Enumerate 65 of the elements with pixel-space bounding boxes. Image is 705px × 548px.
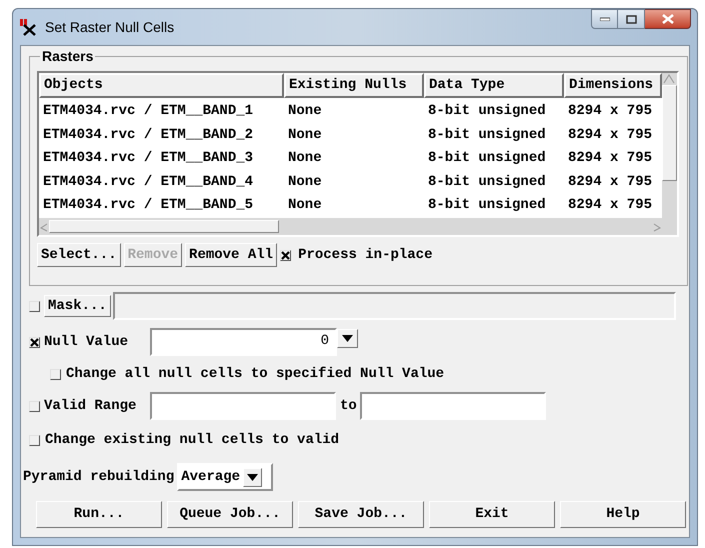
minimize-button[interactable]	[591, 9, 618, 29]
table-cell-text: ETM4034.rvc / ETM__BAND_5	[42, 196, 254, 216]
dropdown-arrow-icon	[247, 474, 258, 480]
table-cell-text: 8-bit unsigned	[427, 126, 547, 145]
dropdown-button[interactable]	[337, 329, 358, 348]
close-icon	[662, 14, 674, 24]
scroll-up-icon	[662, 73, 676, 85]
mask-field[interactable]	[112, 292, 676, 320]
table-cell-text: 8-bit unsigned	[427, 149, 547, 168]
table-cell-text: None	[287, 172, 323, 192]
close-button[interactable]	[645, 9, 691, 29]
table-cell-text: ETM4034.rvc / ETM__BAND_3	[42, 149, 254, 168]
scroll-thumb[interactable]	[662, 85, 677, 181]
dialog-button[interactable]: Run...	[36, 501, 162, 528]
scroll-right-icon	[652, 222, 662, 232]
table-cell-text: None	[287, 126, 323, 145]
table-cell-text: 8-bit unsigned	[427, 172, 547, 192]
maximize-icon	[626, 14, 636, 24]
pyramid-dropdown[interactable]: Average	[177, 463, 274, 491]
column-header[interactable]: Dimensions	[564, 73, 662, 98]
horizontal-scrollbar[interactable]	[39, 218, 662, 235]
to-label: to	[340, 396, 358, 416]
null-value: 0	[320, 332, 329, 351]
checkbox-label: Change existing null cells to valid	[45, 430, 340, 450]
app-icon	[19, 18, 37, 36]
table-cell-text: 8294 x 795	[567, 172, 654, 192]
dialog-button[interactable]: Save Job...	[298, 501, 424, 528]
table-cell-text: None	[287, 196, 323, 216]
range-max-field[interactable]	[360, 392, 546, 420]
null-value-label: Null Value	[44, 332, 130, 352]
valid-range-label: Valid Range	[44, 396, 138, 416]
dialog-button[interactable]: Queue Job...	[167, 501, 293, 528]
list-button[interactable]: Select...	[37, 243, 121, 267]
table-cell-text: ETM4034.rvc / ETM__BAND_2	[42, 126, 254, 145]
maximize-button[interactable]	[618, 9, 645, 29]
null-value-field[interactable]: 0	[150, 328, 337, 356]
table-cell-text: ETM4034.rvc / ETM__BAND_4	[42, 172, 254, 192]
dialog-button[interactable]: Help	[560, 501, 686, 528]
vertical-scrollbar[interactable]	[662, 73, 677, 235]
table-cell-text: 8294 x 795	[567, 126, 654, 145]
pyramid-label: Pyramid rebuilding	[23, 468, 174, 486]
table-cell-text: 8294 x 795	[567, 102, 654, 122]
table-cell-text: ETM4034.rvc / ETM__BAND_1	[42, 102, 254, 122]
table-cell-text: None	[287, 102, 323, 122]
checkbox-label: Process in-place	[298, 246, 432, 264]
table-cell-text: None	[287, 149, 323, 168]
window-title: Set Raster Null Cells	[45, 18, 174, 36]
table-cell-text: 8294 x 795	[567, 149, 654, 168]
range-min-field[interactable]	[150, 392, 336, 420]
scroll-thumb[interactable]	[49, 220, 279, 233]
dropdown-arrow-icon	[342, 335, 353, 342]
checkbox[interactable]	[29, 336, 40, 348]
dialog-button[interactable]: Exit	[429, 501, 555, 528]
scroll-left-icon	[39, 222, 49, 232]
minimize-icon	[600, 17, 610, 21]
table-cell-text: 8-bit unsigned	[427, 196, 547, 216]
list-button[interactable]: Remove All	[185, 243, 278, 267]
column-header[interactable]: Existing Nulls	[284, 73, 424, 98]
table-cell-text: 8294 x 795	[567, 196, 654, 216]
column-header[interactable]: Data Type	[424, 73, 564, 98]
mask-button[interactable]: Mask...	[44, 295, 111, 317]
checkbox[interactable]	[280, 250, 292, 260]
table-cell-text: 8-bit unsigned	[427, 102, 547, 122]
column-header[interactable]: Objects	[39, 73, 284, 98]
checkbox-label: Change all null cells to specified Null Value	[66, 364, 444, 384]
